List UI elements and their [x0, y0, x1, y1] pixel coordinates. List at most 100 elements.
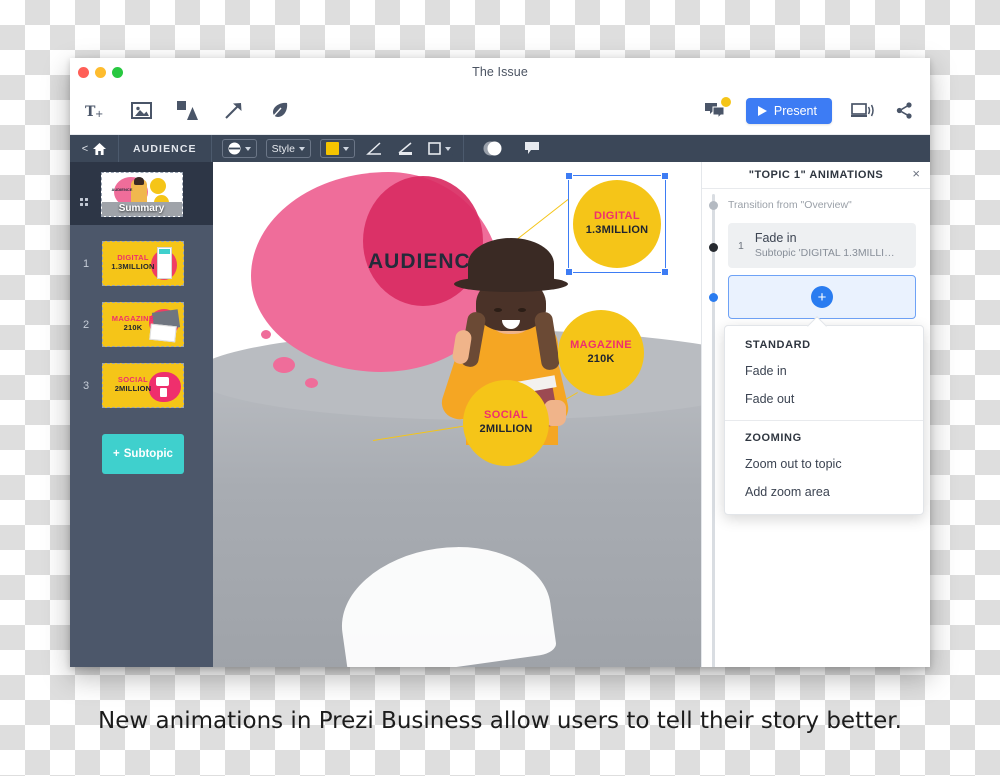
- add-animation-slot[interactable]: +: [728, 275, 916, 320]
- animation-step-subtitle: Subtopic 'DIGITAL 1.3MILLI…: [754, 246, 895, 259]
- chevron-down-icon: [298, 146, 305, 151]
- topic-line2: 2MILLION: [114, 384, 152, 394]
- topic-line1: MAGAZINE: [111, 314, 155, 323]
- context-toolbar: < AUDIENCE Style: [70, 135, 930, 162]
- sidebar-item-topic-3[interactable]: 3 SOCIAL 2MILLION: [70, 363, 213, 408]
- frame-picker-button[interactable]: [425, 140, 453, 157]
- animations-panel: "TOPIC 1" ANIMATIONS × Transition from "…: [701, 162, 930, 667]
- topic-thumbnail[interactable]: SOCIAL 2MILLION: [102, 363, 184, 408]
- shape-style-group: Style: [212, 139, 463, 159]
- window-titlebar: The Issue: [70, 58, 930, 87]
- selection-box[interactable]: [565, 172, 669, 276]
- color-swatch: [325, 142, 339, 155]
- play-icon: [757, 105, 767, 116]
- present-button[interactable]: Present: [745, 97, 832, 124]
- drag-handle-icon[interactable]: [80, 198, 88, 206]
- chevron-down-icon: [244, 146, 251, 151]
- breadcrumb-current[interactable]: AUDIENCE: [119, 135, 211, 162]
- animation-step-number: 1: [738, 239, 744, 252]
- topic-line2: 1.3MILLION: [111, 262, 155, 272]
- summary-thumbnail[interactable]: AUDIENCE Summary: [100, 172, 183, 217]
- share-icon[interactable]: [892, 99, 916, 123]
- sidebar-item-summary[interactable]: AUDIENCE Summary: [70, 162, 213, 225]
- add-subtopic-button[interactable]: + Subtopic: [102, 434, 184, 474]
- animations-list: Transition from "Overview" 1 Fade in Sub…: [702, 189, 930, 320]
- add-shape-icon[interactable]: [175, 99, 199, 123]
- topic-line2: 210K: [123, 323, 143, 333]
- main-toolbar: T + Present: [70, 87, 930, 135]
- add-arrow-icon[interactable]: [221, 99, 245, 123]
- bubble-magazine[interactable]: MAGAZINE 210K: [558, 310, 644, 396]
- topics-sidebar: AUDIENCE Summary 1 DIGITAL 1.3MILLION 2 …: [70, 162, 213, 667]
- frame-icon: [428, 142, 441, 155]
- menu-section-standard-heading: STANDARD: [745, 339, 811, 351]
- menu-item-zoom-out-to-topic[interactable]: Zoom out to topic: [725, 450, 923, 478]
- insert-tools: T +: [83, 87, 291, 134]
- pink-speck: [261, 330, 271, 339]
- remote-present-icon[interactable]: [850, 99, 874, 123]
- opacity-comment-group: [464, 139, 554, 159]
- add-image-icon[interactable]: [129, 99, 153, 123]
- figure-caption: New animations in Prezi Business allow u…: [98, 708, 902, 734]
- pink-speck: [273, 357, 295, 373]
- pink-speck: [305, 378, 318, 388]
- bubble-social[interactable]: SOCIAL 2MILLION: [463, 380, 549, 466]
- opacity-icon[interactable]: [482, 139, 504, 159]
- menu-section-zooming-heading: ZOOMING: [745, 432, 802, 444]
- plus-icon: +: [113, 448, 120, 460]
- breadcrumb-home-button[interactable]: <: [70, 135, 119, 162]
- bubble-line2: 2MILLION: [479, 423, 533, 435]
- style-picker-button[interactable]: Style: [265, 139, 311, 158]
- home-icon: [93, 142, 107, 155]
- toolbar-actions: Present: [704, 87, 916, 134]
- comments-badge: [719, 95, 732, 108]
- menu-item-fade-in[interactable]: Fade in: [725, 357, 923, 385]
- animation-step-text: Fade in Subtopic 'DIGITAL 1.3MILLI…: [755, 231, 895, 260]
- line-end-icon[interactable]: [395, 139, 417, 159]
- add-text-icon[interactable]: T +: [83, 99, 107, 123]
- summary-label: Summary: [118, 202, 165, 214]
- topic-number: 3: [82, 379, 90, 392]
- animation-step-title: Fade in: [754, 231, 797, 245]
- resize-handle-bottom-right[interactable]: [661, 268, 669, 276]
- shape-circle-icon: [228, 142, 241, 155]
- animations-panel-title: "TOPIC 1" ANIMATIONS: [748, 169, 884, 181]
- resize-handle-bottom-left[interactable]: [565, 268, 573, 276]
- sidebar-item-topic-2[interactable]: 2 MAGAZINE 210K: [70, 302, 213, 347]
- svg-text:+: +: [95, 109, 103, 120]
- shape-picker-button[interactable]: [221, 139, 257, 158]
- animation-type-menu[interactable]: STANDARD Fade in Fade out ZOOMING Zoom o…: [724, 316, 924, 515]
- topic-thumbnail[interactable]: MAGAZINE 210K: [102, 302, 184, 347]
- back-chevron-icon: <: [81, 142, 89, 155]
- resize-handle-top-left[interactable]: [565, 172, 573, 180]
- topic-line1: SOCIAL: [117, 375, 149, 384]
- topic-line1: DIGITAL: [117, 253, 149, 262]
- add-highlight-icon[interactable]: [267, 99, 291, 123]
- sidebar-item-topic-1[interactable]: 1 DIGITAL 1.3MILLION: [70, 241, 213, 286]
- line-start-icon[interactable]: [364, 139, 386, 159]
- add-animation-plus-icon[interactable]: +: [811, 286, 833, 309]
- animation-step-1[interactable]: 1 Fade in Subtopic 'DIGITAL 1.3MILLI…: [728, 223, 916, 269]
- bubble-line2: 210K: [587, 353, 615, 365]
- topic-text: SOCIAL 2MILLION: [108, 375, 158, 394]
- topic-number: 2: [82, 318, 90, 331]
- present-button-label: Present: [773, 103, 817, 118]
- transition-label: Transition from "Overview": [728, 199, 852, 211]
- comments-icon[interactable]: [704, 95, 732, 123]
- chevron-down-icon: [342, 146, 349, 151]
- bubble-line1: MAGAZINE: [570, 339, 632, 352]
- chevron-down-icon: [444, 146, 451, 151]
- menu-item-fade-out[interactable]: Fade out: [725, 385, 923, 413]
- topic-thumbnail[interactable]: DIGITAL 1.3MILLION: [102, 241, 184, 286]
- window-title: The Issue: [472, 65, 528, 79]
- resize-handle-top-right[interactable]: [661, 172, 669, 180]
- topic-text: MAGAZINE 210K: [108, 314, 158, 333]
- color-picker-button[interactable]: [319, 139, 355, 158]
- add-subtopic-label: Subtopic: [123, 448, 173, 460]
- topic-text: DIGITAL 1.3MILLION: [108, 253, 158, 272]
- presentation-canvas[interactable]: AUDIENCE DIGITAL 1.3MILLION MAGAZINE 210…: [213, 162, 701, 667]
- menu-item-add-zoom-area[interactable]: Add zoom area: [725, 478, 923, 506]
- close-icon[interactable]: ×: [912, 167, 920, 180]
- comment-icon[interactable]: [522, 139, 544, 159]
- editor-body: AUDIENCE Summary 1 DIGITAL 1.3MILLION 2 …: [70, 162, 930, 667]
